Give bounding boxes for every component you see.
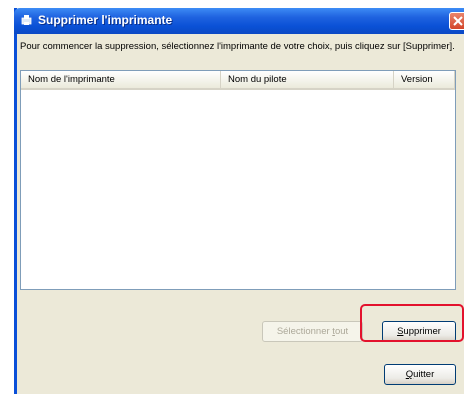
close-icon bbox=[453, 16, 463, 26]
select-all-button[interactable]: Sélectionner tout bbox=[262, 321, 363, 342]
printer-app-icon bbox=[21, 15, 32, 25]
title-bar[interactable]: Supprimer l'imprimante bbox=[14, 8, 464, 34]
instructions-text: Pour commencer la suppression, sélection… bbox=[20, 41, 455, 52]
select-all-label-prefix: Sélectionner bbox=[276, 326, 333, 337]
dialog-title: Supprimer l'imprimante bbox=[38, 13, 173, 27]
quit-button[interactable]: Quitter bbox=[384, 364, 456, 385]
select-all-label-suffix: out bbox=[334, 326, 349, 337]
list-header: Nom de l'imprimante Nom du pilote Versio… bbox=[21, 71, 455, 90]
column-printer-name[interactable]: Nom de l'imprimante bbox=[21, 71, 221, 88]
close-button[interactable] bbox=[449, 12, 464, 30]
delete-button-highlight bbox=[360, 304, 464, 342]
quit-label-suffix: uitter bbox=[413, 369, 435, 380]
column-driver-name[interactable]: Nom du pilote bbox=[221, 71, 394, 88]
column-version[interactable]: Version bbox=[394, 71, 455, 88]
printer-list[interactable]: Nom de l'imprimante Nom du pilote Versio… bbox=[20, 70, 456, 290]
